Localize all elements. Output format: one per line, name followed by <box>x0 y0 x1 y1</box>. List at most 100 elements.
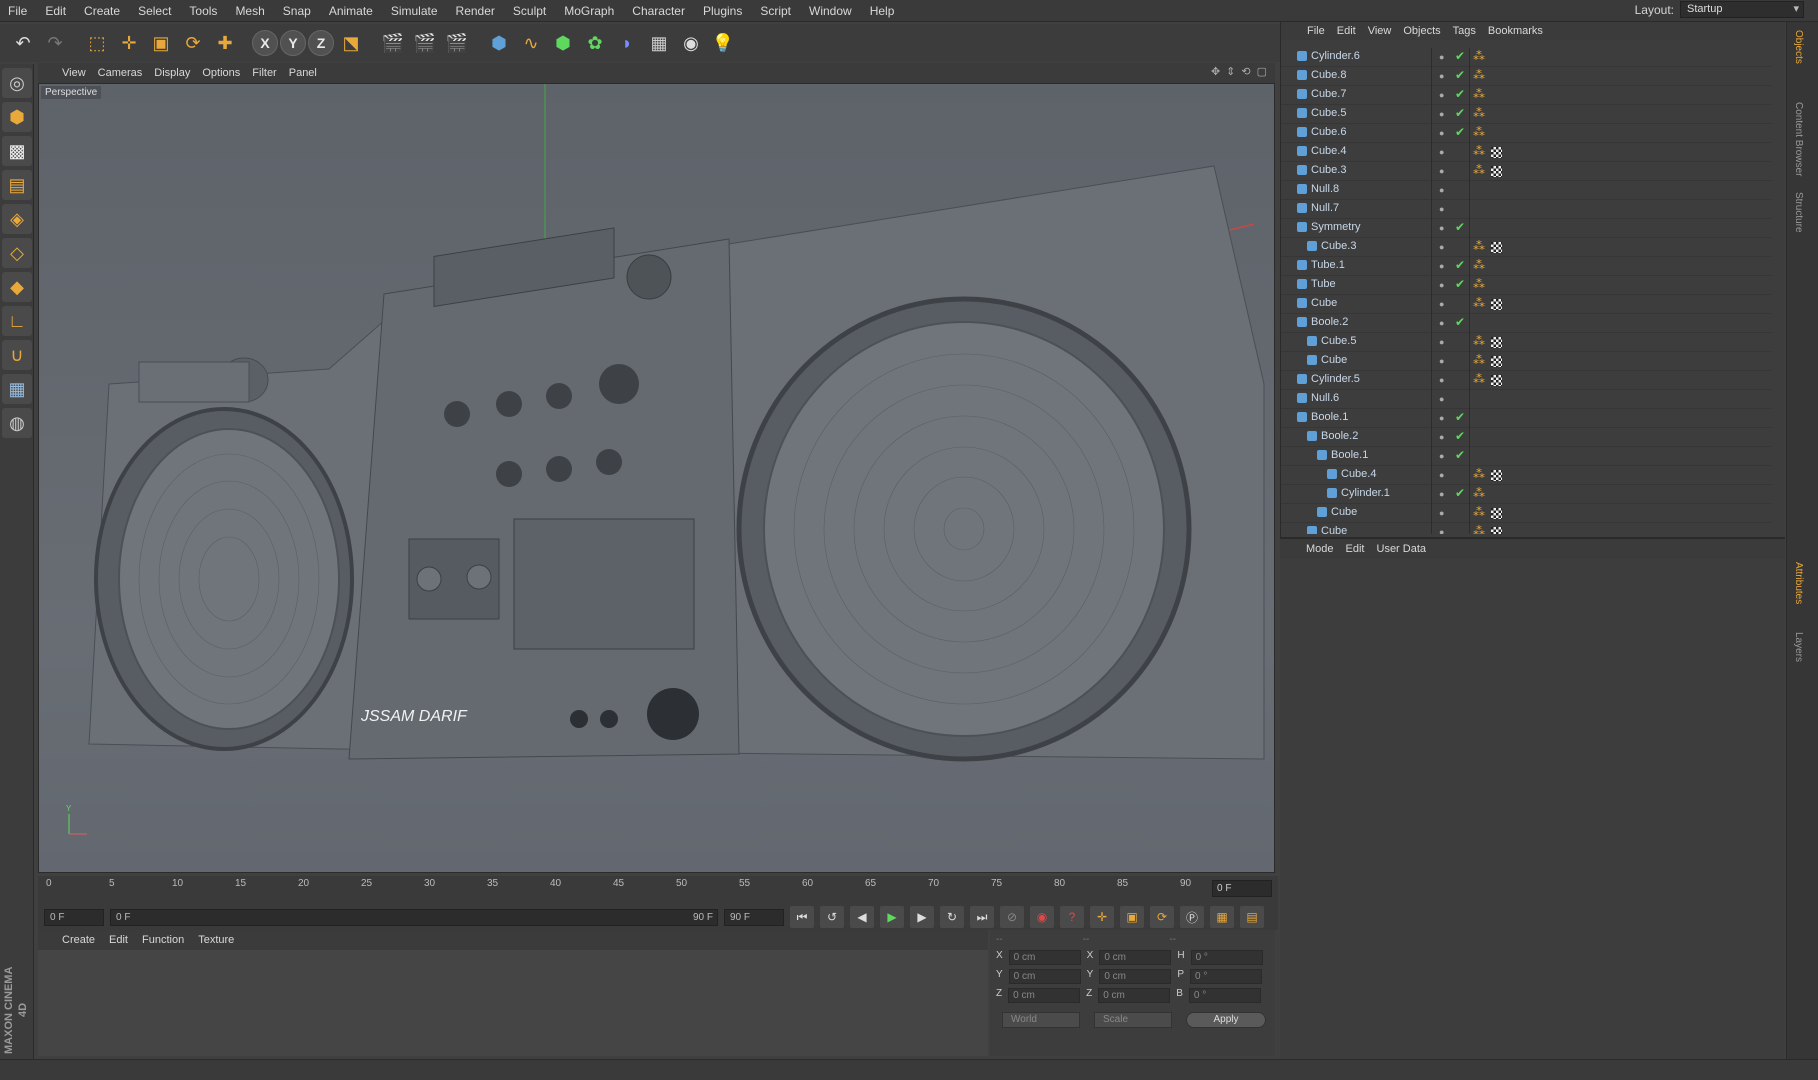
enabled-check-icon[interactable]: ✔ <box>1455 448 1465 462</box>
menu-edit[interactable]: Edit <box>37 0 76 22</box>
menu-tools[interactable]: Tools <box>181 0 227 22</box>
edges-mode-icon[interactable]: ◇ <box>2 238 32 268</box>
prev-frame-icon[interactable]: ◀ <box>850 906 874 928</box>
workplane-icon[interactable]: ▤ <box>2 170 32 200</box>
phong-tag-icon[interactable]: ⁂ <box>1473 353 1485 367</box>
deformer-icon[interactable]: ◗ <box>612 28 642 58</box>
menu-file[interactable]: File <box>0 0 37 22</box>
phong-tag-icon[interactable]: ⁂ <box>1473 106 1485 120</box>
material-menu-texture[interactable]: Texture <box>196 934 246 946</box>
object-row[interactable]: Cube ● ⁂ <box>1281 352 1771 371</box>
end-frame-field[interactable]: 90 F <box>724 908 784 926</box>
phong-tag-icon[interactable]: ⁂ <box>1473 125 1485 139</box>
object-name[interactable]: Cylinder.1 <box>1341 487 1390 499</box>
attribute-menu-edit[interactable]: Edit <box>1342 543 1373 555</box>
visibility-dots-icon[interactable]: ● <box>1439 109 1444 119</box>
object-row[interactable]: Cylinder.1 ● ✔ ⁂ <box>1281 485 1771 504</box>
snap-icon[interactable]: ∪ <box>2 340 32 370</box>
camera-icon[interactable]: ◉ <box>676 28 706 58</box>
object-name[interactable]: Cube.8 <box>1311 69 1346 81</box>
texture-tag-icon[interactable] <box>1491 242 1502 253</box>
render-picture-icon[interactable]: 🎬 <box>410 28 440 58</box>
object-row[interactable]: Boole.2 ● ✔ <box>1281 314 1771 333</box>
z-axis-icon[interactable]: Z <box>308 30 334 56</box>
play-icon[interactable]: ▶ <box>880 906 904 928</box>
object-row[interactable]: Cube ● ⁂ <box>1281 504 1771 523</box>
object-name[interactable]: Boole.1 <box>1311 411 1348 423</box>
solo-icon[interactable]: ◍ <box>2 408 32 438</box>
visibility-dots-icon[interactable]: ● <box>1439 527 1444 534</box>
light-icon[interactable]: 💡 <box>708 28 738 58</box>
object-row[interactable]: Tube.1 ● ✔ ⁂ <box>1281 257 1771 276</box>
visibility-dots-icon[interactable]: ● <box>1439 394 1444 404</box>
enabled-check-icon[interactable]: ✔ <box>1455 220 1465 234</box>
timeline[interactable]: 0 5 10 15 20 25 30 35 40 45 50 55 60 65 70 75 80 85 90 0 F <box>38 876 1278 904</box>
texture-tag-icon[interactable] <box>1491 470 1502 481</box>
apply-button[interactable]: Apply <box>1186 1012 1266 1028</box>
maximize-icon[interactable]: ▢ <box>1257 65 1267 78</box>
visibility-dots-icon[interactable]: ● <box>1439 71 1444 81</box>
viewport-menu-display[interactable]: Display <box>152 67 200 79</box>
phong-tag-icon[interactable]: ⁂ <box>1473 144 1485 158</box>
keyframe-selection-icon[interactable]: ? <box>1060 906 1084 928</box>
enabled-check-icon[interactable]: ✔ <box>1455 258 1465 272</box>
object-row[interactable]: Cube.5 ● ✔ ⁂ <box>1281 105 1771 124</box>
object-row[interactable]: Cube.7 ● ✔ ⁂ <box>1281 86 1771 105</box>
texture-tag-icon[interactable] <box>1491 147 1502 158</box>
rotate-icon[interactable]: ⟳ <box>178 28 208 58</box>
menu-simulate[interactable]: Simulate <box>383 0 448 22</box>
visibility-dots-icon[interactable]: ● <box>1439 242 1444 252</box>
object-name[interactable]: Cube.5 <box>1311 107 1346 119</box>
undo-icon[interactable]: ↶ <box>8 28 38 58</box>
object-name[interactable]: Cube.4 <box>1311 145 1346 157</box>
array-icon[interactable]: ✿ <box>580 28 610 58</box>
visibility-dots-icon[interactable]: ● <box>1439 90 1444 100</box>
enabled-check-icon[interactable]: ✔ <box>1455 106 1465 120</box>
enabled-check-icon[interactable]: ✔ <box>1455 125 1465 139</box>
menu-select[interactable]: Select <box>130 0 181 22</box>
side-tab-objects[interactable]: Objects <box>1793 30 1804 64</box>
phong-tag-icon[interactable]: ⁂ <box>1473 467 1485 481</box>
object-name[interactable]: Cube.5 <box>1321 335 1356 347</box>
object-row[interactable]: Symmetry ● ✔ <box>1281 219 1771 238</box>
object-menu-file[interactable]: File <box>1303 25 1333 37</box>
menu-animate[interactable]: Animate <box>321 0 383 22</box>
floor-icon[interactable]: ▦ <box>644 28 674 58</box>
object-row[interactable]: Cube.6 ● ✔ ⁂ <box>1281 124 1771 143</box>
enabled-check-icon[interactable]: ✔ <box>1455 410 1465 424</box>
coord-value-field[interactable]: 0 cm <box>1008 969 1081 984</box>
menu-snap[interactable]: Snap <box>275 0 321 22</box>
object-name[interactable]: Cylinder.5 <box>1311 373 1360 385</box>
render-settings-icon[interactable]: 🎬 <box>442 28 472 58</box>
start-frame-field[interactable]: 0 F <box>44 908 104 926</box>
phong-tag-icon[interactable]: ⁂ <box>1473 163 1485 177</box>
y-axis-icon[interactable]: Y <box>280 30 306 56</box>
enabled-check-icon[interactable]: ✔ <box>1455 486 1465 500</box>
key-param-icon[interactable]: Ⓟ <box>1180 906 1204 928</box>
spline-icon[interactable]: ∿ <box>516 28 546 58</box>
texture-tag-icon[interactable] <box>1491 356 1502 367</box>
coord-value-field[interactable]: 0 cm <box>1098 988 1171 1003</box>
record-icon[interactable]: ⊘ <box>1000 906 1024 928</box>
object-name[interactable]: Boole.2 <box>1311 316 1348 328</box>
side-tab-structure[interactable]: Structure <box>1793 192 1804 233</box>
object-name[interactable]: Cylinder.6 <box>1311 50 1360 62</box>
coordinate-system-icon[interactable]: ⬔ <box>336 28 366 58</box>
phong-tag-icon[interactable]: ⁂ <box>1473 524 1485 534</box>
material-menu-edit[interactable]: Edit <box>107 934 140 946</box>
object-menu-view[interactable]: View <box>1364 25 1400 37</box>
phong-tag-icon[interactable]: ⁂ <box>1473 87 1485 101</box>
key-position-icon[interactable]: ✛ <box>1090 906 1114 928</box>
coord-value-field[interactable]: 0 ° <box>1190 950 1263 965</box>
object-row[interactable]: Tube ● ✔ ⁂ <box>1281 276 1771 295</box>
visibility-dots-icon[interactable]: ● <box>1439 147 1444 157</box>
viewport-menu-options[interactable]: Options <box>200 67 250 79</box>
visibility-dots-icon[interactable]: ● <box>1439 337 1444 347</box>
goto-start-icon[interactable]: ⏮ <box>790 906 814 928</box>
object-row[interactable]: Null.8 ● <box>1281 181 1771 200</box>
visibility-dots-icon[interactable]: ● <box>1439 451 1444 461</box>
timeline-window-icon[interactable]: ▤ <box>1240 906 1264 928</box>
material-manager[interactable] <box>38 950 988 1056</box>
object-name[interactable]: Tube.1 <box>1311 259 1345 271</box>
viewport-menu-filter[interactable]: Filter <box>250 67 286 79</box>
